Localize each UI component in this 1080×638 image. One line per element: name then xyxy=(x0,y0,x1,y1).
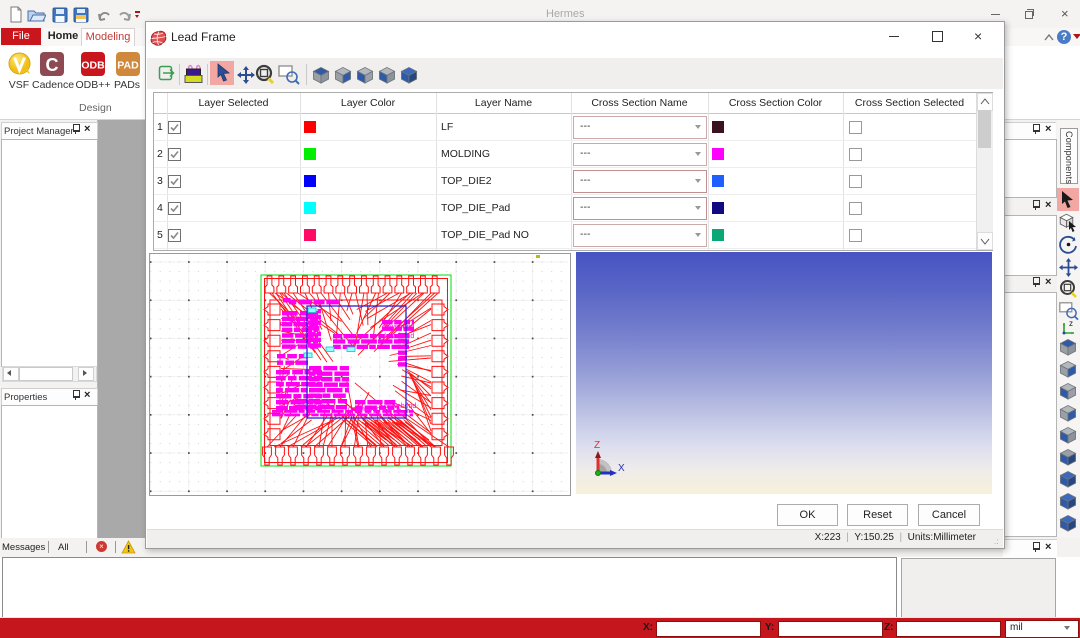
svg-text:C: C xyxy=(46,55,59,75)
svg-text:downbond: downbond xyxy=(297,403,329,410)
svg-text:downbond: downbond xyxy=(382,324,414,331)
svg-text:PAD: PAD xyxy=(117,60,139,72)
svg-text:downbond: downbond xyxy=(348,406,380,413)
svg-text:ODB: ODB xyxy=(81,60,105,72)
svg-text:downbond: downbond xyxy=(382,333,414,340)
svg-text:z: z xyxy=(1069,319,1073,328)
svg-text:downbond: downbond xyxy=(384,403,416,410)
svg-text:X: X xyxy=(618,463,625,474)
svg-text:Z: Z xyxy=(594,440,600,451)
